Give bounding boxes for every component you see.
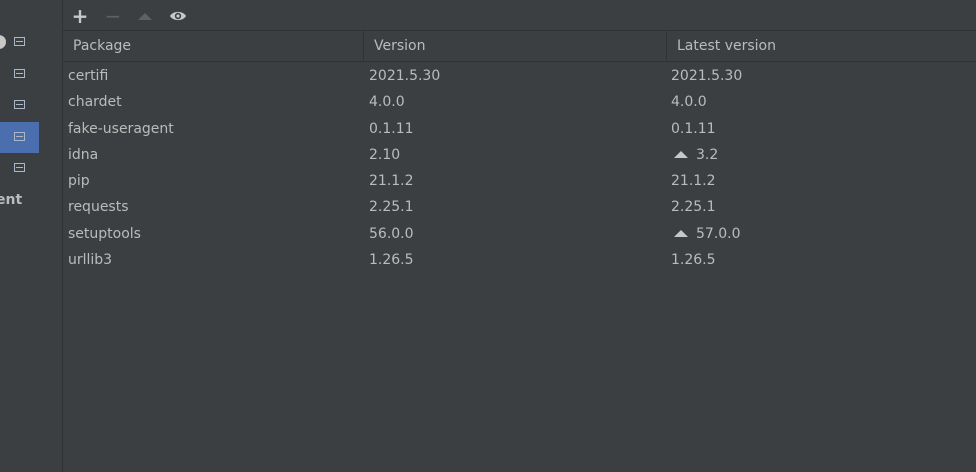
settings-page-icon: [14, 163, 25, 172]
package-latest-version: 4.0.0: [671, 89, 707, 115]
table-row[interactable]: chardet 4.0.0 4.0.0: [63, 89, 976, 115]
upgrade-package-button[interactable]: [135, 6, 155, 26]
upgrade-available-icon: [674, 230, 688, 238]
latest-version-text: 0.1.11: [671, 120, 716, 137]
sidebar-divider: [39, 0, 63, 472]
settings-page-icon: [14, 37, 25, 46]
column-header-version[interactable]: Version: [364, 31, 667, 62]
package-name: fake-useragent: [68, 120, 174, 137]
latest-version-text: 2021.5.30: [671, 68, 743, 84]
latest-version-text: 1.26.5: [671, 252, 716, 269]
package-version: 0.1.11: [369, 120, 414, 137]
table-body: certifi 2021.5.30 2021.5.30 chardet 4.0.…: [63, 63, 976, 273]
package-version: 2.25.1: [369, 199, 414, 216]
settings-page-icon: [14, 132, 25, 141]
package-name: urllib3: [68, 252, 113, 269]
sidebar-item-1[interactable]: [0, 27, 39, 58]
sidebar-item-4-active[interactable]: [0, 122, 39, 153]
package-latest-version: 0.1.11: [671, 116, 716, 142]
sidebar-item-2[interactable]: [0, 59, 39, 90]
sidebar-item-3[interactable]: [0, 90, 39, 121]
package-name: certifi: [68, 68, 109, 84]
eye-icon: [170, 11, 186, 21]
python-packages-panel: + − Package Version Latest version certi…: [63, 0, 976, 472]
package-version: 2.10: [369, 146, 401, 163]
install-package-button[interactable]: +: [70, 6, 90, 26]
table-row[interactable]: pip 21.1.2 21.1.2: [63, 168, 976, 194]
package-version: 56.0.0: [369, 225, 414, 242]
upgrade-available-icon: [674, 151, 688, 159]
table-row[interactable]: setuptools 56.0.0 57.0.0: [63, 221, 976, 247]
latest-version-text: 57.0.0: [696, 225, 741, 242]
table-header: Package Version Latest version: [63, 31, 976, 62]
package-latest-version: 57.0.0: [671, 221, 741, 247]
table-row[interactable]: certifi 2021.5.30 2021.5.30: [63, 63, 976, 89]
package-version: 21.1.2: [369, 173, 414, 190]
package-version: 2021.5.30: [369, 68, 441, 84]
upgrade-arrow-icon: [138, 12, 152, 20]
settings-page-icon: [14, 100, 25, 109]
show-early-releases-button[interactable]: [168, 6, 188, 26]
uninstall-package-button[interactable]: −: [103, 6, 123, 26]
package-latest-version: 2021.5.30: [671, 63, 742, 89]
latest-version-text: 21.1.2: [671, 173, 716, 190]
sidebar-item-5[interactable]: [0, 153, 39, 184]
package-name: pip: [68, 173, 90, 190]
package-name: chardet: [68, 94, 122, 111]
package-version: 1.26.5: [369, 252, 414, 269]
package-latest-version: 3.2: [671, 142, 718, 168]
table-row[interactable]: requests 2.25.1 2.25.1: [63, 194, 976, 220]
column-header-package[interactable]: Package: [63, 31, 364, 62]
package-name: idna: [68, 146, 99, 163]
packages-table: Package Version Latest version certifi 2…: [63, 31, 976, 472]
package-name: setuptools: [68, 225, 141, 242]
package-latest-version: 2.25.1: [671, 194, 716, 220]
sidebar-partial-label[interactable]: ent: [0, 192, 22, 208]
minus-icon: −: [104, 4, 122, 28]
package-latest-version: 21.1.2: [671, 168, 716, 194]
settings-sidebar: ent: [0, 0, 39, 472]
package-latest-version: 1.26.5: [671, 247, 716, 273]
table-row[interactable]: fake-useragent 0.1.11 0.1.11: [63, 116, 976, 142]
latest-version-text: 4.0.0: [671, 94, 707, 111]
table-row[interactable]: idna 2.10 3.2: [63, 142, 976, 168]
packages-toolbar: + −: [63, 0, 976, 31]
column-header-latest-version[interactable]: Latest version: [667, 31, 976, 62]
table-row[interactable]: urllib3 1.26.5 1.26.5: [63, 247, 976, 273]
latest-version-text: 2.25.1: [671, 199, 716, 216]
latest-version-text: 3.2: [696, 146, 719, 163]
package-name: requests: [68, 199, 129, 216]
settings-page-icon: [14, 69, 25, 78]
plus-icon: +: [71, 4, 89, 28]
package-version: 4.0.0: [369, 94, 405, 111]
